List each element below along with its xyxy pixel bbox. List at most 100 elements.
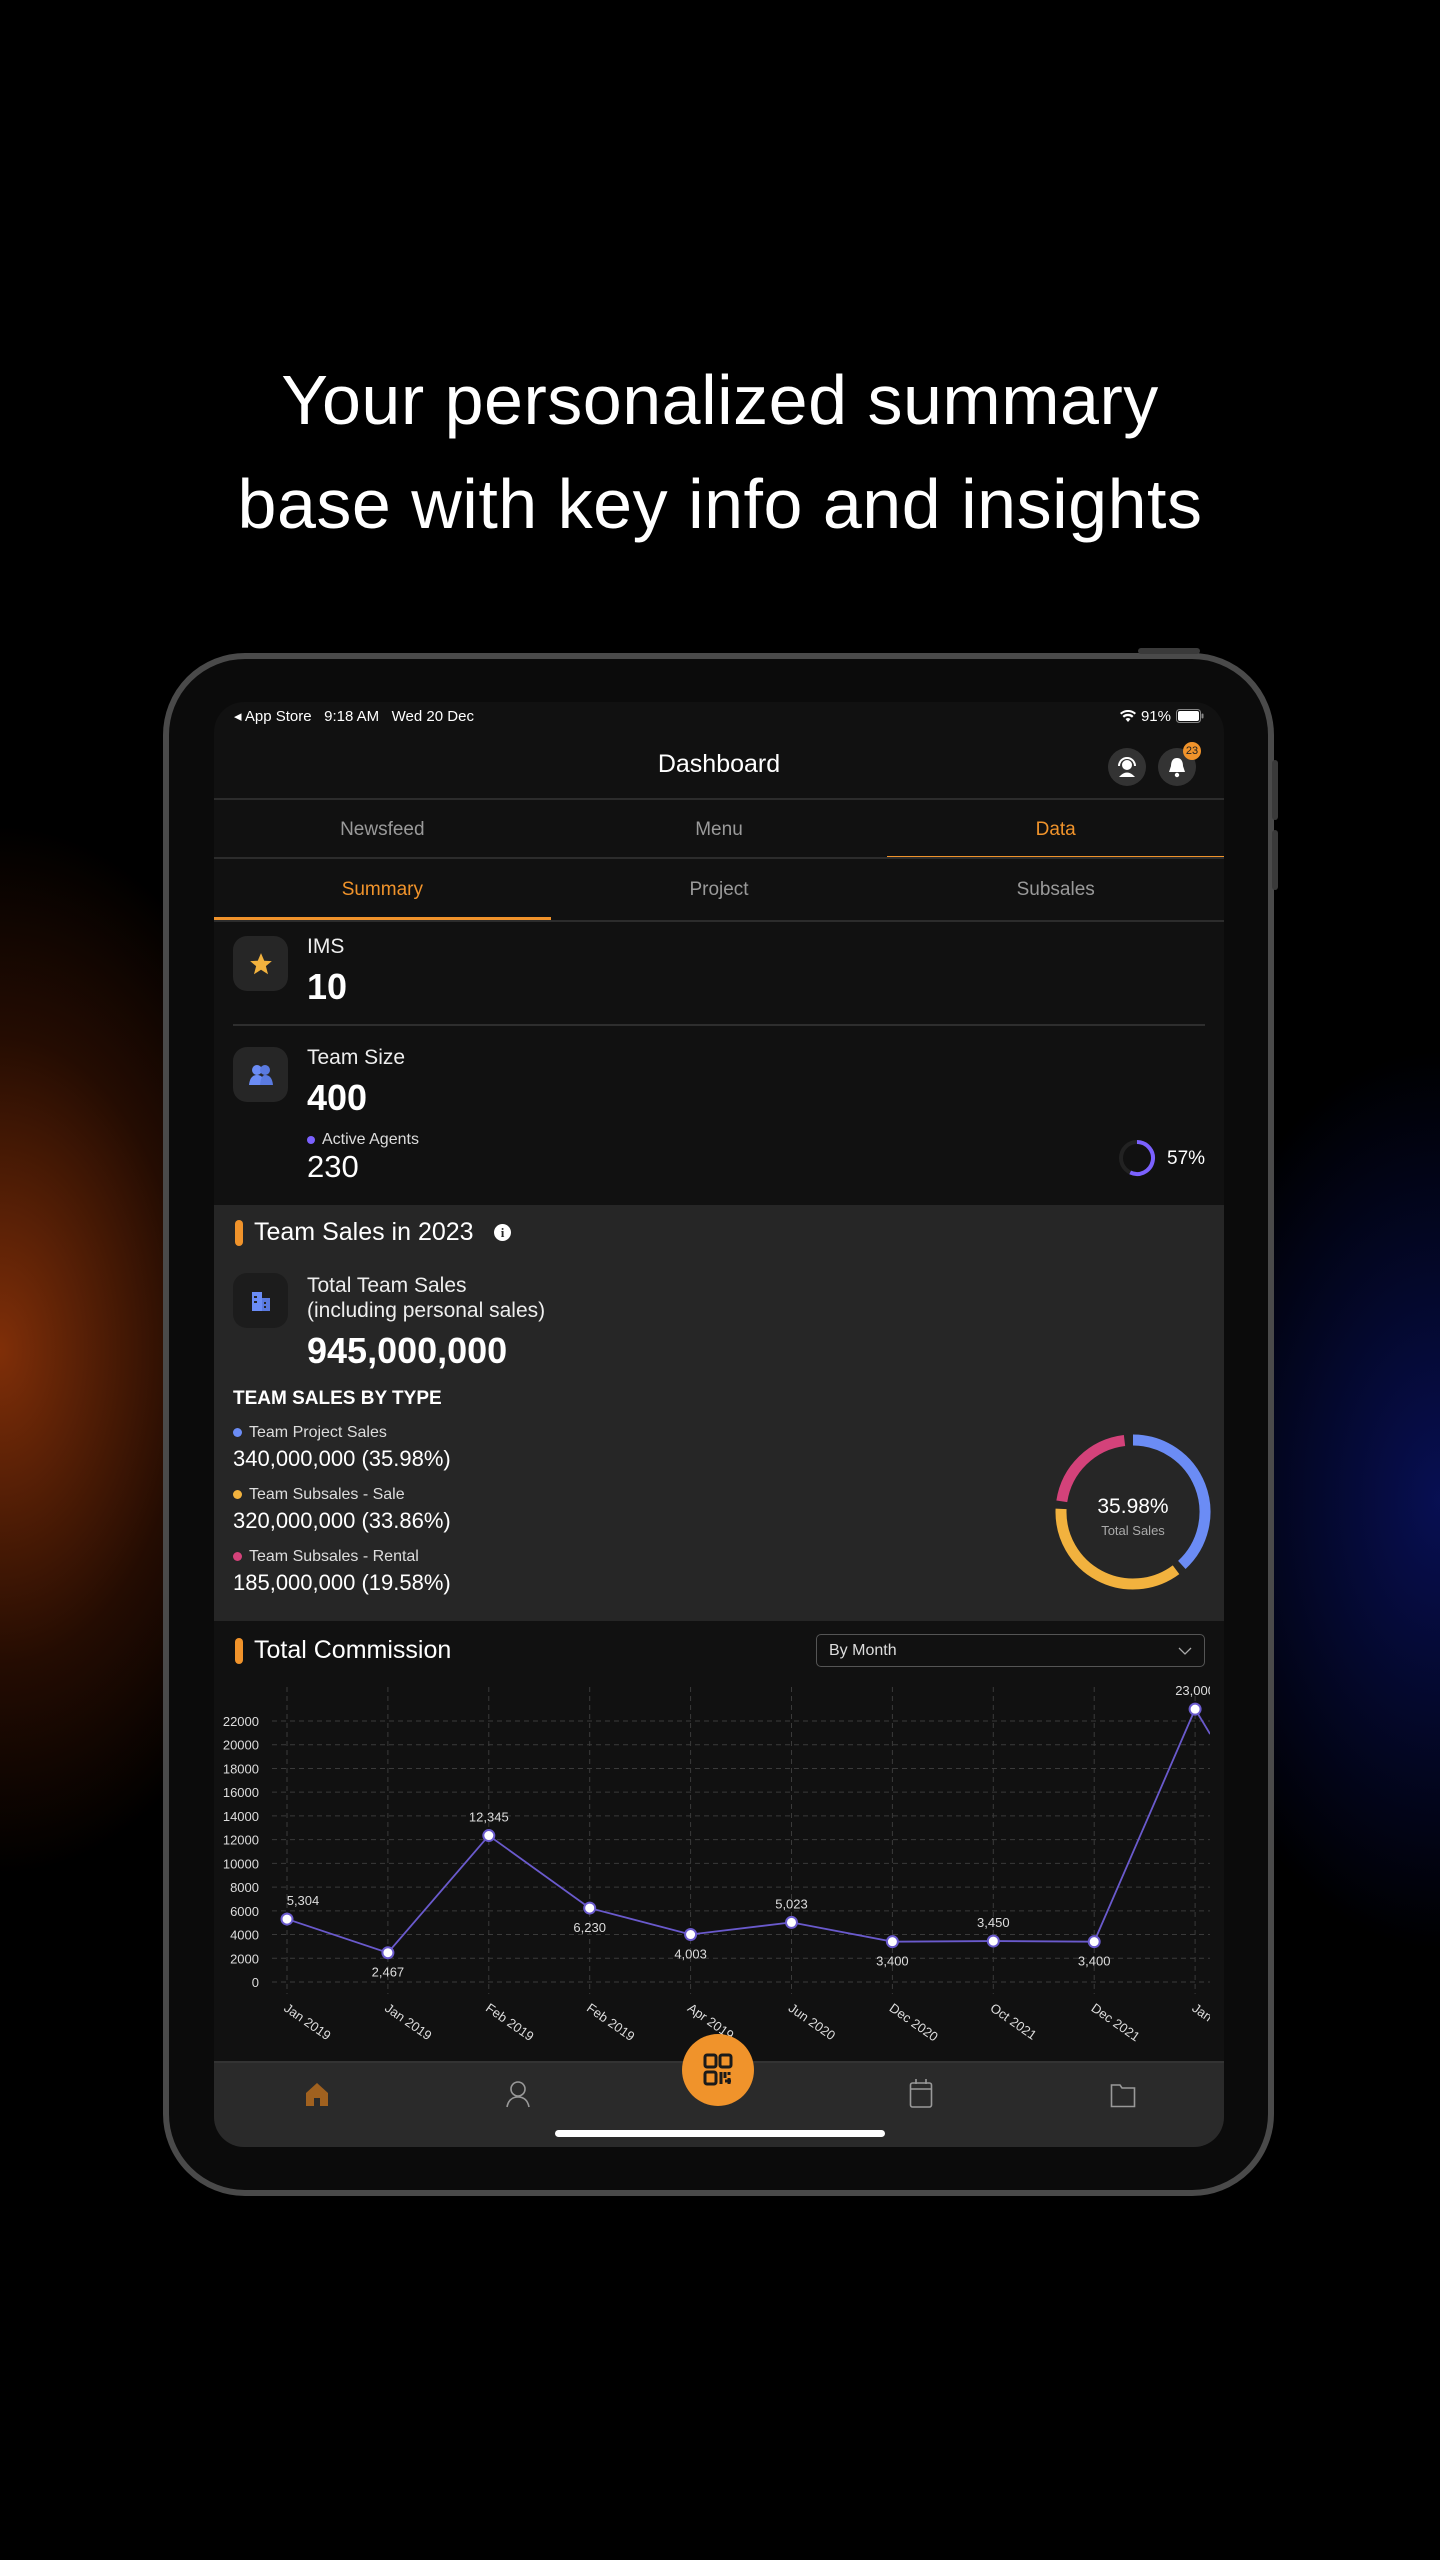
legend-dot [233, 1490, 242, 1500]
headset-agent-icon [1118, 757, 1136, 777]
status-time: 9:18 AM [324, 708, 380, 725]
y-tick-label: 10000 [223, 1856, 259, 1871]
tab-project[interactable]: Project [551, 859, 888, 920]
sales-type-project: Team Project Sales 340,000,000 (35.98%) [233, 1424, 451, 1472]
data-point [986, 1934, 1000, 1948]
tab-menu[interactable]: Menu [551, 800, 888, 859]
notifications-button[interactable]: 23 [1158, 742, 1201, 786]
y-tick-label: 2000 [230, 1951, 259, 1966]
x-tick-label: Oct 2021 [988, 2000, 1040, 2043]
y-tick-label: 20000 [223, 1738, 259, 1753]
folder-icon[interactable] [1110, 2082, 1136, 2108]
x-tick-label: Jan 2019 [382, 2000, 434, 2043]
x-tick-label: Dec 2020 [887, 2000, 941, 2044]
notification-badge: 23 [1183, 742, 1201, 760]
back-app-link[interactable]: App Store [245, 708, 312, 725]
page-title: Dashboard [657, 750, 781, 778]
x-tick-label: Feb 2019 [483, 2000, 537, 2044]
sales-by-type-title: TEAM SALES BY TYPE [233, 1388, 442, 1409]
legend-dot [233, 1428, 242, 1438]
total-sales-icon-box [233, 1273, 288, 1328]
x-tick-label: Jan [1189, 2000, 1215, 2024]
active-agents-percent: 57% [1167, 1148, 1206, 1169]
y-tick-label: 16000 [223, 1785, 259, 1800]
tab-data[interactable]: Data [887, 800, 1224, 859]
data-point [885, 1935, 899, 1949]
back-arrow-icon[interactable]: ◂ [234, 708, 245, 725]
donut-center-value: 35.98% [1097, 1495, 1169, 1518]
data-point [684, 1928, 698, 1942]
x-tick-label: Jun 2020 [786, 2000, 838, 2043]
tab-newsfeed[interactable]: Newsfeed [214, 800, 551, 859]
data-label: 23,000 [1175, 1683, 1215, 1698]
active-agents-dot [307, 1135, 315, 1144]
divider [233, 1024, 1205, 1026]
main-tabs: Newsfeed Menu Data [214, 798, 1224, 859]
sales-type-subsale: Team Subsales - Sale 320,000,000 (33.86%… [233, 1486, 451, 1534]
total-sales-label: Total Team Sales [307, 1274, 467, 1297]
star-icon [249, 952, 272, 974]
calendar-icon[interactable] [909, 2078, 933, 2108]
qr-scan-button[interactable] [682, 2034, 754, 2106]
period-select-value: By Month [829, 1641, 897, 1659]
sales-type-rental: Team Subsales - Rental 185,000,000 (19.5… [233, 1548, 451, 1596]
building-icon [251, 1291, 270, 1311]
series-line [286, 1708, 1196, 1954]
profile-icon[interactable] [505, 2080, 531, 2108]
team-size-icon-box [233, 1047, 288, 1102]
support-button[interactable] [1108, 748, 1146, 786]
tab-summary[interactable]: Summary [214, 859, 551, 920]
y-tick-label: 8000 [230, 1880, 259, 1895]
data-label: 5,304 [287, 1893, 320, 1908]
section-accent-bar [235, 1638, 243, 1664]
data-label: 5,023 [775, 1896, 808, 1911]
data-label: 3,400 [1078, 1954, 1111, 1969]
data-label: 3,400 [876, 1954, 909, 1969]
y-tick-label: 12000 [223, 1833, 259, 1848]
y-tick-label: 6000 [230, 1904, 259, 1919]
status-bar: ◂ App Store 9:18 AM Wed 20 Dec 91% [234, 706, 1204, 726]
x-tick-label: Feb 2019 [584, 2000, 638, 2044]
y-tick-label: 0 [252, 1975, 259, 1990]
wifi-icon [1119, 709, 1136, 722]
tab-subsales[interactable]: Subsales [887, 859, 1224, 920]
data-label: 3,450 [977, 1915, 1010, 1930]
status-date: Wed 20 Dec [391, 708, 474, 725]
battery-percent: 91% [1140, 707, 1171, 725]
legend-label: Team Subsales - Sale [249, 1486, 405, 1503]
data-point [583, 1901, 597, 1915]
commission-title: Total Commission [254, 1636, 452, 1664]
data-point [1188, 1702, 1202, 1716]
app-screen: ◂ App Store 9:18 AM Wed 20 Dec 91% Dashb… [214, 702, 1224, 2147]
y-tick-label: 4000 [230, 1928, 259, 1943]
info-icon[interactable]: i [494, 1224, 511, 1241]
top-button [1138, 648, 1200, 654]
sub-tabs: Summary Project Subsales [214, 857, 1224, 922]
team-size-value: 400 [307, 1077, 368, 1118]
legend-label: Team Project Sales [249, 1424, 387, 1441]
volume-up-button [1272, 760, 1278, 820]
y-tick-label: 14000 [223, 1809, 259, 1824]
commission-line-chart: Jan 2019 Jan 2019 Feb 2019 Feb 2019 Apr 2019… [223, 1683, 1215, 2044]
section-accent-bar [235, 1220, 243, 1246]
y-tick-label: 22000 [223, 1714, 259, 1729]
bell-icon [1169, 758, 1185, 778]
team-size-label: Team Size [307, 1046, 406, 1069]
active-agents-legend: Active Agents [307, 1131, 419, 1149]
headline-line-2: base with key info and insights [237, 465, 1203, 543]
active-agents-value: 230 [307, 1149, 359, 1184]
team-icon [248, 1064, 273, 1085]
battery-icon [1176, 709, 1204, 723]
legend-value: 320,000,000 (33.86%) [233, 1508, 451, 1533]
headline-line-1: Your personalized summary [281, 361, 1159, 439]
data-point [280, 1912, 294, 1926]
data-point [381, 1946, 395, 1960]
home-indicator [555, 2130, 885, 2137]
active-agents-label: Active Agents [322, 1131, 419, 1148]
donut-center-label: Total Sales [1101, 1523, 1165, 1538]
volume-down-button [1272, 830, 1278, 890]
home-icon[interactable] [304, 2081, 330, 2107]
chevron-down-icon [1178, 1647, 1192, 1655]
legend-label: Team Subsales - Rental [249, 1548, 419, 1565]
legend-dot [233, 1552, 242, 1562]
